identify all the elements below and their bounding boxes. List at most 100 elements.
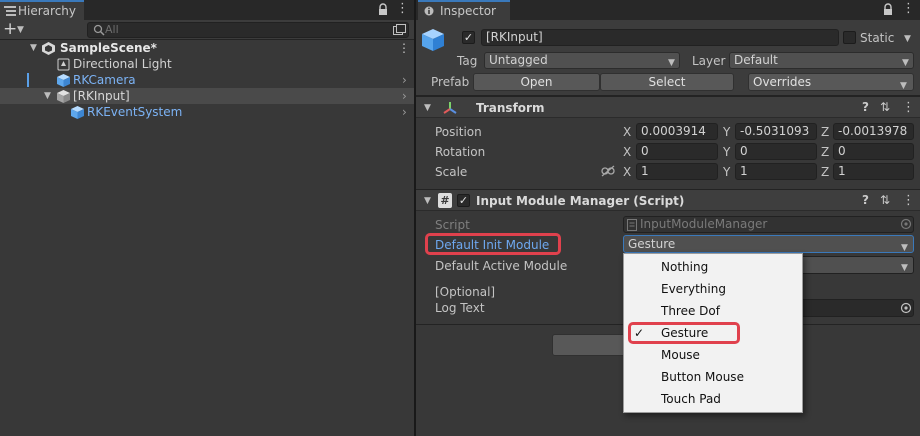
z-axis-label: Z: [821, 125, 830, 139]
scene-row[interactable]: ▼ SampleScene* ⋮: [0, 40, 414, 56]
hierarchy-item-label: RKCamera: [73, 73, 136, 87]
position-label: Position: [435, 125, 482, 139]
scale-y-field[interactable]: 1: [735, 163, 817, 180]
gameobject-cube-icon: [421, 28, 445, 52]
tab-inspector-label: Inspector: [440, 4, 496, 18]
collapse-icon[interactable]: ▼: [424, 103, 431, 113]
add-dropdown-arrow-icon[interactable]: ▼: [17, 25, 24, 35]
kebab-menu-icon[interactable]: ⋮: [902, 2, 915, 16]
x-axis-label: X: [623, 165, 632, 179]
scale-x-field[interactable]: 1: [636, 163, 718, 180]
input-module-manager-header[interactable]: ▼ # ✓ Input Module Manager (Script) ? ⇅ …: [416, 189, 920, 211]
x-axis-label: X: [623, 145, 632, 159]
layer-value: Default: [734, 53, 778, 67]
search-placeholder: All: [105, 23, 119, 36]
chevron-down-icon: ▼: [900, 81, 907, 91]
rotation-z-field[interactable]: 0: [833, 143, 914, 160]
default-init-module-dropdown[interactable]: Gesture ▼: [623, 235, 914, 253]
scale-z-field[interactable]: 1: [833, 163, 914, 180]
input-module-manager-title: Input Module Manager (Script): [476, 194, 685, 208]
chevron-down-icon: ▼: [901, 243, 908, 253]
script-hash-icon: #: [438, 193, 452, 208]
scene-expand-icon[interactable]: ▼: [30, 43, 37, 53]
layer-dropdown[interactable]: Default ▼: [729, 52, 914, 69]
option-mouse[interactable]: Mouse: [624, 344, 802, 366]
gesture-highlight-box: [628, 322, 740, 344]
log-text-label: Log Text: [435, 301, 485, 315]
chevron-right-icon[interactable]: ›: [402, 104, 407, 120]
script-label: Script: [435, 218, 470, 232]
component-menu-icon[interactable]: ⋮: [902, 100, 915, 115]
static-label: Static: [860, 31, 895, 45]
preset-icon[interactable]: ⇅: [880, 193, 890, 207]
hierarchy-item-rkcamera[interactable]: RKCamera ›: [0, 72, 414, 88]
expand-icon[interactable]: ▼: [44, 91, 51, 101]
hierarchy-item-rkinput[interactable]: ▼ [RKInput] ›: [0, 88, 414, 104]
position-x-field[interactable]: 0.0003914: [636, 123, 718, 140]
scene-visibility-icon[interactable]: [393, 24, 406, 36]
position-y-field[interactable]: -0.5031093: [735, 123, 817, 140]
overrides-label: Overrides: [753, 75, 812, 89]
transform-header[interactable]: ▼ Transform ? ⇅ ⋮: [416, 96, 920, 118]
prefab-open-button[interactable]: Open: [473, 73, 600, 91]
static-checkbox[interactable]: [843, 31, 856, 44]
script-file-icon: [627, 219, 637, 231]
prefab-cube-icon: [57, 74, 70, 87]
rotation-x-field[interactable]: 0: [636, 143, 718, 160]
hierarchy-item-label: [RKInput]: [73, 89, 130, 103]
component-enabled-checkbox[interactable]: ✓: [457, 194, 470, 207]
collapse-icon[interactable]: ▼: [424, 196, 431, 206]
default-active-module-label: Default Active Module: [435, 259, 568, 273]
add-button[interactable]: +: [3, 20, 17, 38]
lock-icon[interactable]: [882, 3, 894, 17]
chevron-down-icon: ▼: [668, 58, 675, 68]
rotation-y-field[interactable]: 0: [735, 143, 817, 160]
hierarchy-item-directional-light[interactable]: Directional Light: [0, 56, 414, 72]
component-menu-icon[interactable]: ⋮: [902, 193, 915, 208]
help-icon[interactable]: ?: [862, 100, 869, 114]
default-init-module-value: Gesture: [628, 237, 676, 251]
info-icon: [424, 5, 434, 17]
kebab-menu-icon[interactable]: ⋮: [396, 2, 409, 16]
tab-hierarchy[interactable]: Hierarchy: [0, 0, 84, 20]
active-checkbox[interactable]: ✓: [462, 31, 475, 44]
help-icon[interactable]: ?: [862, 193, 869, 207]
constrain-proportions-icon[interactable]: [601, 165, 615, 177]
position-z-field[interactable]: -0.0013978: [833, 123, 914, 140]
y-axis-label: Y: [723, 125, 731, 139]
option-everything[interactable]: Everything: [624, 278, 802, 300]
option-button-mouse[interactable]: Button Mouse: [624, 366, 802, 388]
list-icon: [4, 5, 16, 17]
rotation-label: Rotation: [435, 145, 486, 159]
static-dropdown-icon[interactable]: ▼: [904, 34, 911, 44]
tag-dropdown[interactable]: Untagged ▼: [484, 52, 680, 69]
lock-icon[interactable]: [377, 3, 389, 17]
prefab-cube-icon: [71, 106, 84, 119]
preset-icon[interactable]: ⇅: [880, 100, 890, 114]
chevron-right-icon[interactable]: ›: [402, 72, 407, 88]
y-axis-label: Y: [723, 165, 731, 179]
hierarchy-item-rkeventsystem[interactable]: RKEventSystem ›: [0, 104, 414, 120]
prefab-select-button[interactable]: Select: [600, 73, 734, 91]
chevron-down-icon: ▼: [901, 263, 908, 273]
light-icon: [57, 58, 70, 71]
option-three-dof[interactable]: Three Dof: [624, 300, 802, 322]
unity-scene-icon: [42, 42, 55, 55]
script-field: InputModuleManager: [623, 216, 914, 233]
object-picker-icon[interactable]: [900, 302, 912, 314]
tag-value: Untagged: [489, 53, 548, 67]
hierarchy-item-label: Directional Light: [73, 57, 172, 71]
object-name-field[interactable]: [RKInput]: [481, 29, 839, 46]
option-touch-pad[interactable]: Touch Pad: [624, 388, 802, 410]
option-nothing[interactable]: Nothing: [624, 256, 802, 278]
tag-label: Tag: [457, 54, 478, 68]
hierarchy-toolbar: + ▼ All: [0, 20, 414, 40]
prefab-cube-icon: [57, 90, 70, 103]
prefab-overrides-dropdown[interactable]: Overrides ▼: [748, 73, 914, 91]
hierarchy-search-input[interactable]: All: [87, 22, 409, 38]
scale-label: Scale: [435, 165, 468, 179]
tab-inspector[interactable]: Inspector: [418, 0, 510, 20]
chevron-right-icon[interactable]: ›: [402, 88, 407, 104]
scene-menu-icon[interactable]: ⋮: [398, 40, 410, 56]
x-axis-label: X: [623, 125, 632, 139]
